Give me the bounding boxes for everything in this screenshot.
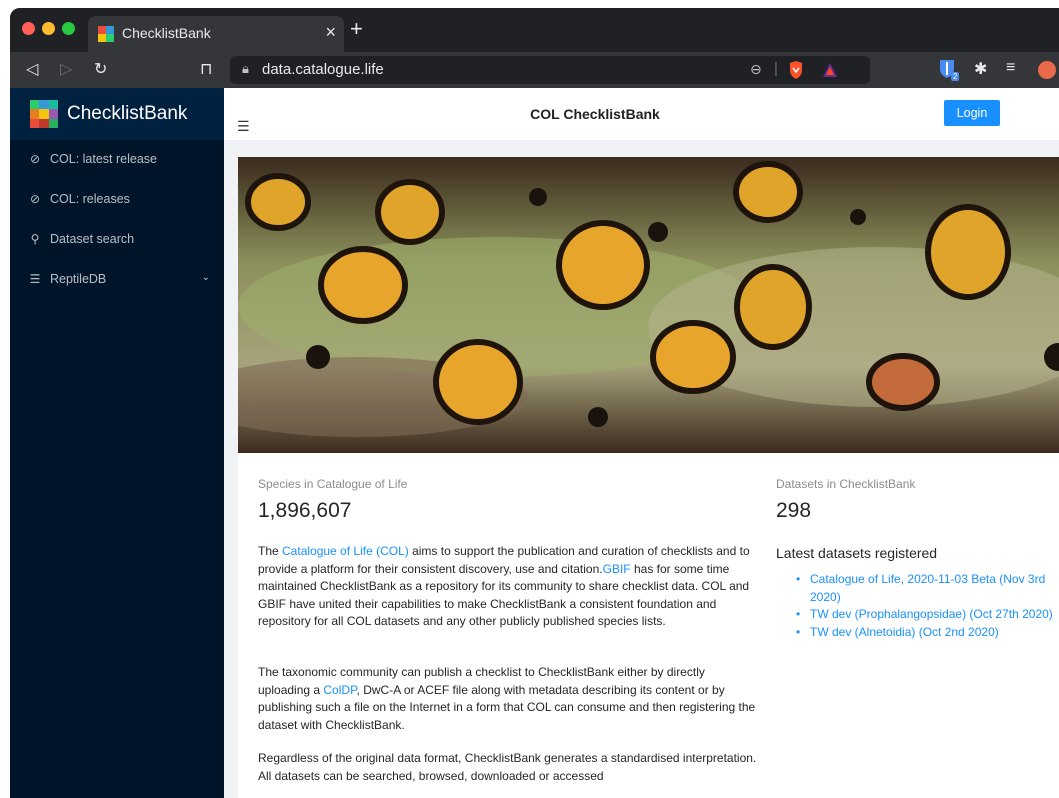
zoom-window-dot[interactable] <box>62 22 75 35</box>
browser-window: ChecklistBank × + ◁ ▷ ↻ ⊓ 🔒︎ data.catalo… <box>10 8 1059 798</box>
intro-paragraph-3: Regardless of the original data format, … <box>258 751 757 783</box>
reading-list-icon[interactable]: ≡ <box>1006 59 1015 77</box>
extensions-icon[interactable]: ✱ <box>974 59 987 79</box>
favicon-icon <box>98 26 114 42</box>
latest-datasets-heading: Latest datasets registered <box>776 545 938 561</box>
brand-name: ChecklistBank <box>67 103 188 124</box>
gbif-link[interactable]: GBIF <box>603 562 631 576</box>
tags-icon: ⊘ <box>29 192 41 206</box>
species-label: Species in Catalogue of Life <box>258 477 408 491</box>
sidebar-item-latest-release[interactable]: ⊘ COL: latest release <box>10 140 224 180</box>
tab-close-icon[interactable]: × <box>325 22 336 43</box>
main-content: Species in Catalogue of Life 1,896,607 D… <box>238 157 1059 798</box>
url-text: data.catalogue.life <box>262 61 384 78</box>
dataset-link[interactable]: TW dev (Prophalangopsidae) (Oct 27th 202… <box>810 607 1053 621</box>
browser-tab[interactable]: ChecklistBank × <box>88 16 344 52</box>
list-item: TW dev (Prophalangopsidae) (Oct 27th 202… <box>796 606 1056 624</box>
dataset-link[interactable]: Catalogue of Life, 2020-11-03 Beta (Nov … <box>810 572 1045 604</box>
sidebar-item-reptiledb[interactable]: ☰ ReptileDB ⌄ <box>10 260 224 300</box>
extension-badge: 2 <box>951 72 960 81</box>
browser-toolbar: ◁ ▷ ↻ ⊓ 🔒︎ data.catalogue.life ⊖ | 2 ✱ ≡ <box>10 52 1059 88</box>
sidebar-item-label: Dataset search <box>50 232 135 246</box>
sidebar-item-dataset-search[interactable]: ⚲ Dataset search <box>10 220 224 260</box>
new-tab-icon[interactable]: + <box>350 18 363 40</box>
login-button[interactable]: Login <box>944 100 1000 126</box>
back-icon[interactable]: ◁ <box>26 59 38 79</box>
brand-logo-icon <box>30 100 58 128</box>
intro-paragraph-1: The Catalogue of Life (COL) aims to supp… <box>258 543 758 631</box>
lock-icon: 🔒︎ <box>242 61 249 76</box>
minimize-window-dot[interactable] <box>42 22 55 35</box>
list-icon: ☰ <box>29 272 41 286</box>
brave-shield-icon[interactable] <box>788 61 804 79</box>
zoom-icon[interactable]: ⊖ <box>750 61 762 78</box>
intro-paragraph-2: The taxonomic community can publish a ch… <box>258 664 758 734</box>
latest-datasets-list: Catalogue of Life, 2020-11-03 Beta (Nov … <box>796 571 1056 641</box>
list-item: Catalogue of Life, 2020-11-03 Beta (Nov … <box>796 571 1056 606</box>
sidebar-item-releases[interactable]: ⊘ COL: releases <box>10 180 224 220</box>
search-icon: ⚲ <box>30 232 40 246</box>
tag-icon: ⊘ <box>29 152 41 166</box>
datasets-count: 298 <box>776 499 812 522</box>
sidebar-item-label: ReptileDB <box>50 272 107 286</box>
page-header: ☰ COL ChecklistBank Login <box>224 88 1059 140</box>
tab-strip: ChecklistBank × + <box>10 8 1059 52</box>
forward-icon[interactable]: ▷ <box>60 59 72 79</box>
reload-icon[interactable]: ↻ <box>94 59 107 79</box>
col-link[interactable]: Catalogue of Life (COL) <box>282 544 409 558</box>
profile-icon[interactable] <box>1038 61 1056 79</box>
close-window-dot[interactable] <box>22 22 35 35</box>
separator: | <box>774 60 778 77</box>
chevron-down-icon: ⌄ <box>201 272 210 283</box>
web-page: ChecklistBank ⊘ COL: latest release ⊘ CO… <box>10 88 1059 798</box>
datasets-label: Datasets in ChecklistBank <box>776 477 916 491</box>
sidebar-item-label: COL: releases <box>50 192 130 206</box>
tab-title: ChecklistBank <box>122 25 211 41</box>
coldp-link[interactable]: ColDP <box>323 683 356 697</box>
brand[interactable]: ChecklistBank <box>10 88 224 140</box>
address-bar[interactable]: 🔒︎ data.catalogue.life ⊖ | <box>230 56 870 84</box>
hero-image <box>238 157 1059 453</box>
sidebar-item-label: COL: latest release <box>50 152 157 166</box>
species-count: 1,896,607 <box>258 499 352 522</box>
list-item: TW dev (Alnetoidia) (Oct 2nd 2020) <box>796 624 1056 642</box>
bookmark-icon[interactable]: ⊓ <box>200 59 212 79</box>
brave-rewards-icon[interactable] <box>822 62 838 78</box>
sidebar: ChecklistBank ⊘ COL: latest release ⊘ CO… <box>10 88 224 798</box>
dataset-link[interactable]: TW dev (Alnetoidia) (Oct 2nd 2020) <box>810 625 999 639</box>
text-span: The <box>258 544 283 558</box>
page-title: COL ChecklistBank <box>530 106 660 122</box>
